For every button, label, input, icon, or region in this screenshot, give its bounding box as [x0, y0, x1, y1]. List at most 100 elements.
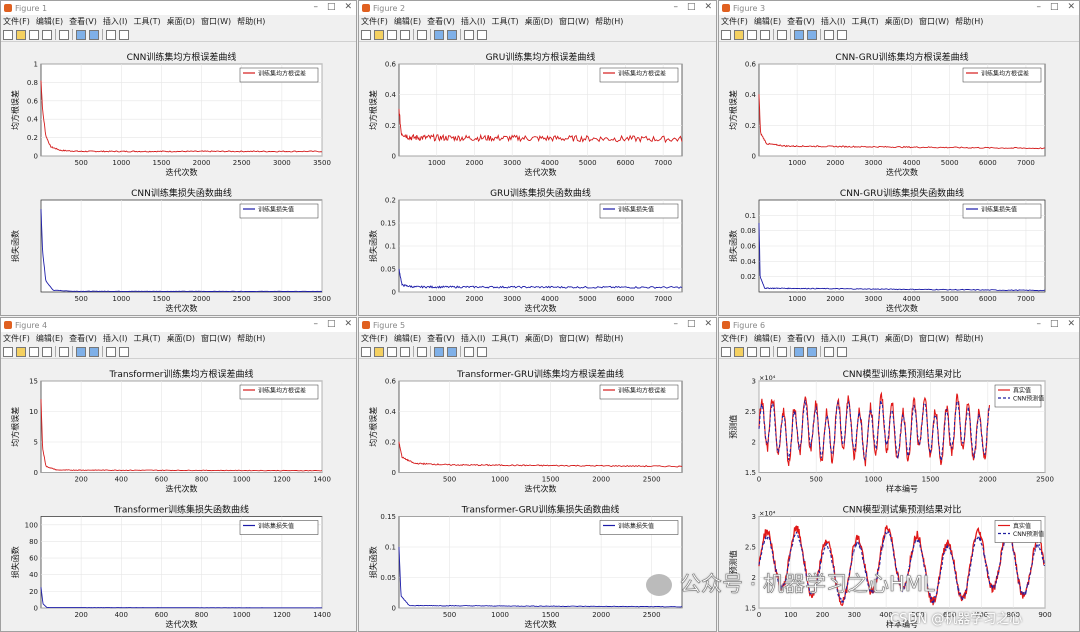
link-plot-icon[interactable]	[794, 29, 804, 40]
menu-item[interactable]: 桌面(D)	[525, 333, 553, 344]
menu-item[interactable]: 文件(F)	[361, 16, 388, 27]
menu-item[interactable]: 帮助(H)	[955, 333, 983, 344]
new-file-icon[interactable]	[721, 346, 731, 357]
open-folder-icon[interactable]	[16, 29, 26, 40]
new-file-icon[interactable]	[3, 29, 13, 40]
close-icon[interactable]: ✕	[1067, 2, 1075, 12]
pointer-icon[interactable]	[824, 346, 834, 357]
open-folder-icon[interactable]	[374, 346, 384, 357]
pointer-icon[interactable]	[464, 29, 474, 40]
insert-colorbar-icon[interactable]	[89, 29, 99, 40]
menu-item[interactable]: 插入(I)	[461, 16, 486, 27]
minimize-icon[interactable]: –	[673, 2, 678, 12]
zoom-icon[interactable]	[417, 29, 427, 40]
menu-item[interactable]: 工具(T)	[133, 333, 160, 344]
menu-item[interactable]: 编辑(E)	[754, 333, 781, 344]
close-icon[interactable]: ✕	[344, 319, 352, 329]
edit-plot-icon[interactable]	[837, 29, 847, 40]
open-folder-icon[interactable]	[734, 29, 744, 40]
maximize-icon[interactable]: □	[327, 319, 336, 329]
menu-item[interactable]: 帮助(H)	[595, 16, 623, 27]
insert-colorbar-icon[interactable]	[807, 346, 817, 357]
menu-item[interactable]: 工具(T)	[491, 333, 518, 344]
print-icon[interactable]	[42, 346, 52, 357]
maximize-icon[interactable]: □	[1050, 2, 1059, 12]
menu-item[interactable]: 窗口(W)	[559, 16, 589, 27]
save-icon[interactable]	[29, 346, 39, 357]
new-file-icon[interactable]	[721, 29, 731, 40]
menu-item[interactable]: 桌面(D)	[525, 16, 553, 27]
menu-item[interactable]: 工具(T)	[851, 16, 878, 27]
save-icon[interactable]	[29, 29, 39, 40]
pointer-icon[interactable]	[106, 29, 116, 40]
menu-item[interactable]: 文件(F)	[361, 333, 388, 344]
menu-item[interactable]: 桌面(D)	[885, 333, 913, 344]
menu-item[interactable]: 文件(F)	[721, 333, 748, 344]
menu-item[interactable]: 窗口(W)	[201, 16, 231, 27]
menu-item[interactable]: 文件(F)	[3, 16, 30, 27]
pointer-icon[interactable]	[464, 346, 474, 357]
link-plot-icon[interactable]	[76, 346, 86, 357]
zoom-icon[interactable]	[59, 346, 69, 357]
insert-colorbar-icon[interactable]	[447, 346, 457, 357]
menu-item[interactable]: 查看(V)	[787, 333, 815, 344]
menu-item[interactable]: 文件(F)	[3, 333, 30, 344]
menu-item[interactable]: 帮助(H)	[955, 16, 983, 27]
pointer-icon[interactable]	[824, 29, 834, 40]
zoom-icon[interactable]	[59, 29, 69, 40]
open-folder-icon[interactable]	[374, 29, 384, 40]
menu-item[interactable]: 文件(F)	[721, 16, 748, 27]
menu-item[interactable]: 查看(V)	[427, 16, 455, 27]
menu-item[interactable]: 查看(V)	[69, 333, 97, 344]
menu-item[interactable]: 插入(I)	[821, 333, 846, 344]
new-file-icon[interactable]	[3, 346, 13, 357]
menu-item[interactable]: 桌面(D)	[885, 16, 913, 27]
menu-item[interactable]: 编辑(E)	[394, 333, 421, 344]
menu-item[interactable]: 窗口(W)	[919, 333, 949, 344]
minimize-icon[interactable]: –	[313, 319, 318, 329]
minimize-icon[interactable]: –	[313, 2, 318, 12]
menu-item[interactable]: 插入(I)	[821, 16, 846, 27]
maximize-icon[interactable]: □	[687, 319, 696, 329]
new-file-icon[interactable]	[361, 346, 371, 357]
menu-item[interactable]: 查看(V)	[427, 333, 455, 344]
menu-item[interactable]: 编辑(E)	[754, 16, 781, 27]
insert-colorbar-icon[interactable]	[807, 29, 817, 40]
edit-plot-icon[interactable]	[477, 346, 487, 357]
maximize-icon[interactable]: □	[327, 2, 336, 12]
link-plot-icon[interactable]	[794, 346, 804, 357]
close-icon[interactable]: ✕	[1067, 319, 1075, 329]
save-icon[interactable]	[747, 29, 757, 40]
menu-item[interactable]: 查看(V)	[69, 16, 97, 27]
save-icon[interactable]	[387, 346, 397, 357]
new-file-icon[interactable]	[361, 29, 371, 40]
menu-item[interactable]: 帮助(H)	[237, 333, 265, 344]
minimize-icon[interactable]: –	[1036, 2, 1041, 12]
maximize-icon[interactable]: □	[1050, 319, 1059, 329]
menu-item[interactable]: 插入(I)	[103, 333, 128, 344]
menu-item[interactable]: 编辑(E)	[36, 16, 63, 27]
minimize-icon[interactable]: –	[673, 319, 678, 329]
pointer-icon[interactable]	[106, 346, 116, 357]
menu-item[interactable]: 编辑(E)	[36, 333, 63, 344]
print-icon[interactable]	[400, 346, 410, 357]
close-icon[interactable]: ✕	[704, 319, 712, 329]
print-icon[interactable]	[400, 29, 410, 40]
menu-item[interactable]: 窗口(W)	[559, 333, 589, 344]
title-bar[interactable]: Figure 5 – □ ✕	[359, 318, 716, 332]
edit-plot-icon[interactable]	[119, 29, 129, 40]
link-plot-icon[interactable]	[434, 29, 444, 40]
menu-item[interactable]: 帮助(H)	[237, 16, 265, 27]
menu-item[interactable]: 桌面(D)	[167, 16, 195, 27]
edit-plot-icon[interactable]	[119, 346, 129, 357]
print-icon[interactable]	[760, 29, 770, 40]
menu-item[interactable]: 窗口(W)	[201, 333, 231, 344]
menu-item[interactable]: 插入(I)	[103, 16, 128, 27]
zoom-icon[interactable]	[777, 346, 787, 357]
menu-item[interactable]: 桌面(D)	[167, 333, 195, 344]
zoom-icon[interactable]	[417, 346, 427, 357]
open-folder-icon[interactable]	[734, 346, 744, 357]
link-plot-icon[interactable]	[76, 29, 86, 40]
print-icon[interactable]	[42, 29, 52, 40]
insert-colorbar-icon[interactable]	[89, 346, 99, 357]
